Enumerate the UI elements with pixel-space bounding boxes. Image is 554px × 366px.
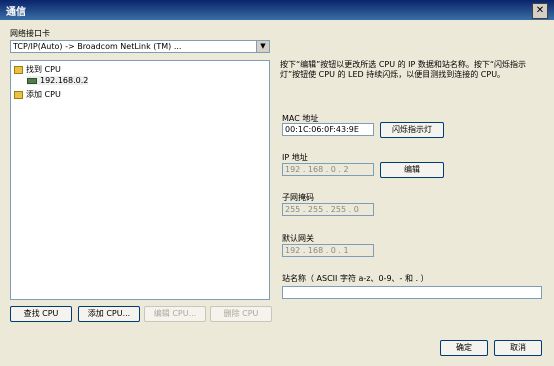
default-gateway-field[interactable]: 192 . 168 . 0 . 1 xyxy=(282,244,374,257)
tree-item-label: 添加 CPU xyxy=(26,90,61,99)
subnet-mask-label: 子网掩码 xyxy=(282,193,314,202)
cpu-tree[interactable]: 找到 CPU 192.168.0.2 添加 CPU xyxy=(10,60,270,300)
station-name-field[interactable] xyxy=(282,286,542,299)
station-name-label: 站名称（ ASCII 字符 a-z、0-9、- 和 . ） xyxy=(282,274,429,283)
edit-button[interactable]: 编辑 xyxy=(380,162,444,178)
ip-address-label: IP 地址 xyxy=(282,153,308,162)
ok-button[interactable]: 确定 xyxy=(440,340,488,356)
default-gateway-label: 默认网关 xyxy=(282,234,314,243)
folder-icon xyxy=(14,65,23,74)
tree-item-found-cpu[interactable]: 找到 CPU xyxy=(14,64,61,75)
mac-address-field[interactable]: 00:1C:06:0F:43:9E xyxy=(282,123,374,136)
network-interface-label: 网络接口卡 xyxy=(10,29,50,38)
edit-cpu-button[interactable]: 编辑 CPU... xyxy=(144,306,206,322)
subnet-mask-field[interactable]: 255 . 255 . 255 . 0 xyxy=(282,203,374,216)
cancel-button[interactable]: 取消 xyxy=(494,340,542,356)
find-cpu-button[interactable]: 查找 CPU xyxy=(10,306,72,322)
flash-led-button[interactable]: 闪烁指示灯 xyxy=(380,122,444,138)
title-bar: 通信 ✕ xyxy=(0,0,554,20)
tree-item-add-cpu[interactable]: 添加 CPU xyxy=(14,89,61,100)
ip-address-field[interactable]: 192 . 168 . 0 . 2 xyxy=(282,163,374,176)
network-interface-value: TCP/IP(Auto) -> Broadcom NetLink (TM) ..… xyxy=(13,42,182,51)
window-title: 通信 xyxy=(6,7,26,18)
instructions-text: 按下“编辑”按钮以更改所选 CPU 的 IP 数据和站名称。按下“闪烁指示灯”按… xyxy=(280,60,527,79)
close-button[interactable]: ✕ xyxy=(532,3,548,19)
folder-icon xyxy=(14,90,23,99)
chevron-down-icon[interactable]: ▼ xyxy=(256,41,269,52)
cpu-icon xyxy=(27,77,37,84)
network-interface-select[interactable]: TCP/IP(Auto) -> Broadcom NetLink (TM) ..… xyxy=(10,40,270,53)
tree-item-label: 192.168.0.2 xyxy=(40,76,89,85)
tree-item-label: 找到 CPU xyxy=(26,65,61,74)
add-cpu-button[interactable]: 添加 CPU... xyxy=(78,306,140,322)
tree-item-cpu-address[interactable]: 192.168.0.2 xyxy=(27,76,89,85)
delete-cpu-button[interactable]: 删除 CPU xyxy=(210,306,272,322)
